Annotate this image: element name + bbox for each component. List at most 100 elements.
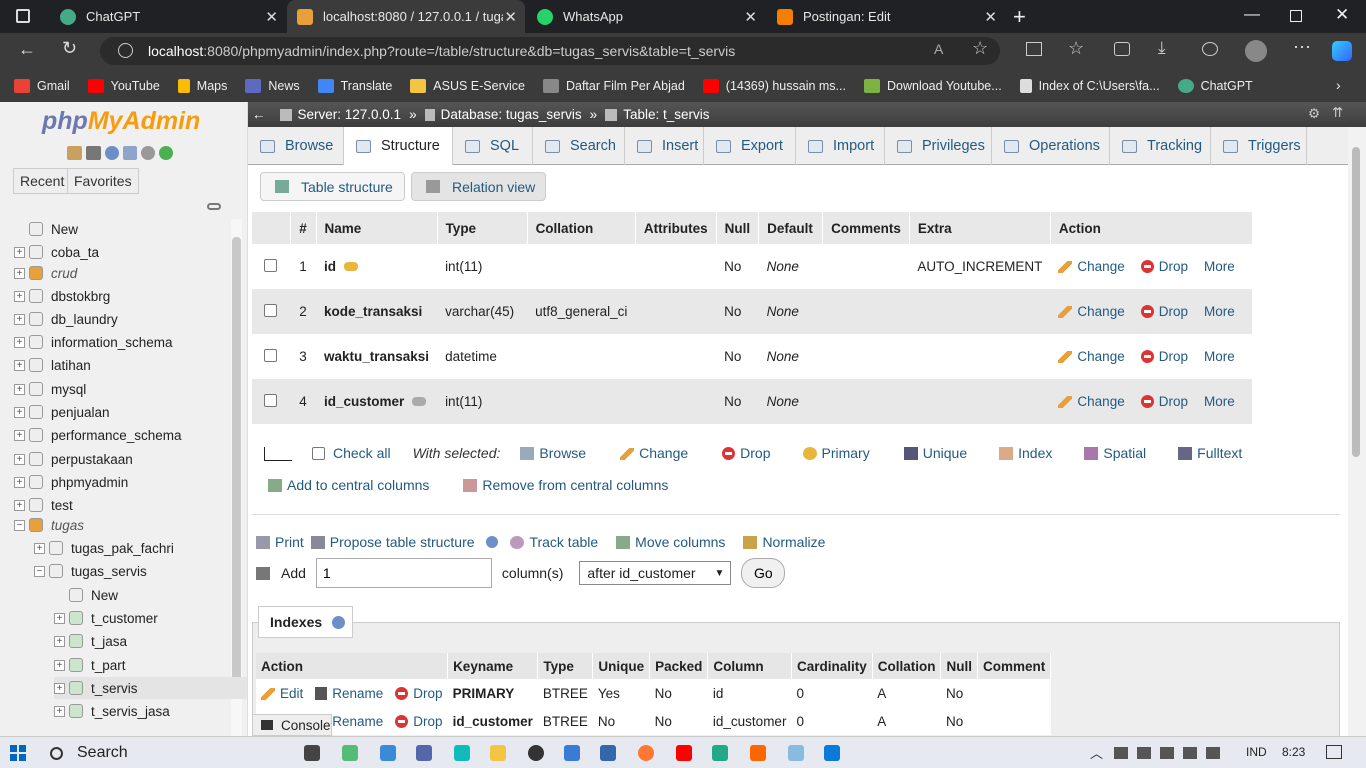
expand-icon[interactable]: − xyxy=(34,565,45,577)
expand-icon[interactable]: + xyxy=(14,429,25,441)
bulk-drop[interactable]: Drop xyxy=(722,445,771,461)
close-icon[interactable]: ✕ xyxy=(265,8,278,26)
tab-browse[interactable]: Browse xyxy=(248,127,344,165)
tab-sql[interactable]: SQL xyxy=(453,127,533,165)
chevron-right-icon[interactable]: › xyxy=(1336,77,1341,93)
cell-value[interactable]: waktu_transaksi xyxy=(324,349,429,364)
bulk-fulltext[interactable]: Fulltext xyxy=(1178,445,1242,461)
browser-tab-blogger[interactable]: Postingan: Edit ✕ xyxy=(767,0,1005,33)
phpmyadmin-logo[interactable]: phpMyAdmin xyxy=(42,107,200,136)
tree-item[interactable]: + perpustakaan xyxy=(14,448,234,470)
copilot-icon[interactable] xyxy=(1332,41,1352,61)
bulk-spatial[interactable]: Spatial xyxy=(1084,445,1146,461)
remove-central-columns[interactable]: Remove from central columns xyxy=(463,477,668,493)
bookmark-youtube[interactable]: YouTube xyxy=(87,78,160,93)
window-menu-icon[interactable] xyxy=(16,9,30,23)
position-select[interactable]: after id_customer ▼ xyxy=(579,561,732,585)
expand-icon[interactable]: + xyxy=(14,499,25,511)
tab-insert[interactable]: Insert xyxy=(625,127,704,165)
chevron-up-icon[interactable]: ︿ xyxy=(1090,743,1103,762)
help-icon[interactable] xyxy=(332,615,346,629)
edge-active-icon[interactable] xyxy=(712,745,728,761)
tree-item[interactable]: + coba_ta xyxy=(14,241,234,263)
expand-icon[interactable]: + xyxy=(14,383,25,395)
change-link[interactable]: Change xyxy=(1058,349,1125,364)
read-aloud-icon[interactable]: A xyxy=(934,41,943,57)
tree-item[interactable]: + t_servis xyxy=(54,677,247,699)
tray-icons[interactable] xyxy=(1114,747,1220,759)
check-all-label[interactable]: Check all xyxy=(333,445,391,461)
more-menu-icon[interactable]: ⋯ xyxy=(1293,37,1311,58)
clock[interactable]: 8:23 xyxy=(1282,745,1305,759)
drop-index-link[interactable]: Drop xyxy=(395,714,443,729)
close-icon[interactable]: ✕ xyxy=(984,8,997,26)
bookmark-film[interactable]: Daftar Film Per Abjad xyxy=(542,78,685,93)
breadcrumb-database[interactable]: Database: tugas_servis xyxy=(441,107,582,122)
refresh-icon[interactable]: ↻ xyxy=(62,38,77,59)
tree-item[interactable]: + mysql xyxy=(14,378,234,400)
tree-item[interactable]: New xyxy=(54,584,247,606)
vscode-icon[interactable] xyxy=(824,745,840,761)
edge-icon[interactable] xyxy=(454,745,470,761)
bookmark-chatgpt[interactable]: ChatGPT xyxy=(1177,78,1253,93)
store-icon[interactable] xyxy=(600,745,616,761)
task-view-icon[interactable] xyxy=(304,745,320,761)
print-link[interactable]: Print xyxy=(256,534,304,550)
more-dropdown[interactable]: More xyxy=(1204,349,1235,364)
bulk-primary[interactable]: Primary xyxy=(802,445,870,461)
drop-link[interactable]: Drop xyxy=(1140,304,1188,319)
expand-icon[interactable]: + xyxy=(14,453,25,465)
file-explorer-icon[interactable] xyxy=(490,745,506,761)
go-button[interactable]: Go xyxy=(741,558,786,588)
browser-tab-chatgpt[interactable]: ChatGPT ✕ xyxy=(50,0,286,33)
app-icon[interactable] xyxy=(380,745,396,761)
tab-export[interactable]: Export xyxy=(704,127,796,165)
bulk-index[interactable]: Index xyxy=(999,445,1052,461)
expand-icon[interactable]: + xyxy=(14,476,25,488)
notepad-icon[interactable] xyxy=(788,745,804,761)
windows-start-icon[interactable] xyxy=(10,745,26,761)
tree-item[interactable]: + db_laundry xyxy=(14,308,234,330)
tree-item[interactable]: + t_customer xyxy=(54,607,247,629)
expand-icon[interactable]: + xyxy=(54,659,65,671)
close-icon[interactable]: ✕ xyxy=(504,8,517,26)
tab-triggers[interactable]: Triggers xyxy=(1211,127,1307,165)
link-icon[interactable] xyxy=(207,203,221,210)
row-checkbox[interactable] xyxy=(264,258,277,272)
column-count-input[interactable] xyxy=(315,558,492,588)
breadcrumb-table[interactable]: Table: t_servis xyxy=(623,107,709,122)
xampp-icon[interactable] xyxy=(750,745,766,761)
gear-icon[interactable]: ⚙ xyxy=(1308,106,1320,122)
close-icon[interactable]: ✕ xyxy=(744,8,757,26)
bulk-browse[interactable]: Browse xyxy=(520,445,586,461)
expand-icon[interactable]: − xyxy=(14,519,25,531)
bookmark-gmail[interactable]: Gmail xyxy=(14,78,70,93)
expand-icon[interactable]: + xyxy=(14,406,25,418)
restore-icon[interactable] xyxy=(1290,10,1302,22)
move-columns-link[interactable]: Move columns xyxy=(616,534,725,550)
tree-item[interactable]: + t_jasa xyxy=(54,630,247,652)
help-icon[interactable] xyxy=(105,146,119,160)
bookmark-download-youtube[interactable]: Download Youtube... xyxy=(863,78,1002,93)
expand-icon[interactable]: + xyxy=(54,612,65,624)
expand-icon[interactable]: + xyxy=(54,705,65,717)
tab-search[interactable]: Search xyxy=(533,127,625,165)
page-scrollbar[interactable] xyxy=(1348,127,1366,736)
tree-item[interactable]: + phpmyadmin xyxy=(14,471,234,493)
media-player-icon[interactable] xyxy=(528,745,544,761)
expand-icon[interactable]: + xyxy=(54,635,65,647)
expand-icon[interactable]: + xyxy=(14,267,25,279)
tree-item[interactable]: + penjualan xyxy=(14,401,234,423)
tree-item[interactable]: − tugas xyxy=(14,514,234,536)
tree-item[interactable]: + latihan xyxy=(14,354,234,376)
tree-item[interactable]: + test xyxy=(14,494,234,516)
tree-item[interactable]: + tugas_pak_fachri xyxy=(34,537,247,559)
reload-icon[interactable] xyxy=(159,146,173,160)
bookmark-asus[interactable]: ASUS E-Service xyxy=(410,78,525,93)
row-checkbox[interactable] xyxy=(264,303,277,317)
new-tab-icon[interactable]: + xyxy=(1013,4,1026,30)
profile-avatar[interactable] xyxy=(1245,40,1267,62)
drop-link[interactable]: Drop xyxy=(1140,394,1188,409)
check-all-checkbox[interactable] xyxy=(312,446,325,460)
docs-icon[interactable] xyxy=(123,146,137,160)
